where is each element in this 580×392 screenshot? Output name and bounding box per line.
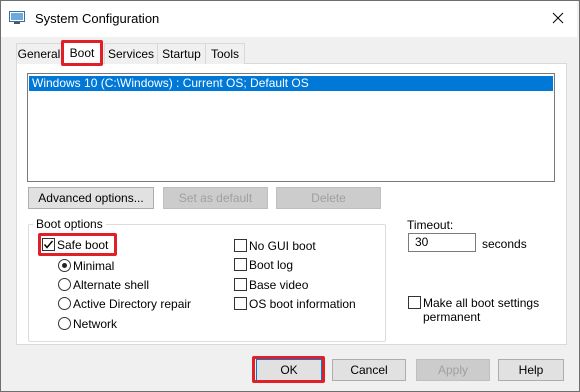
timeout-label: Timeout: — [407, 218, 454, 232]
delete-button[interactable]: Delete — [276, 187, 381, 209]
no-gui-boot-label: No GUI boot — [249, 239, 316, 253]
radio-network-label: Network — [73, 317, 118, 331]
radio-active-directory-repair[interactable] — [58, 297, 71, 310]
base-video-label: Base video — [249, 278, 309, 292]
cancel-button[interactable]: Cancel — [332, 359, 406, 381]
base-video-checkbox[interactable] — [234, 278, 247, 291]
msconfig-app-icon — [9, 11, 25, 24]
make-permanent-label-line1: Make all boot settings — [423, 296, 540, 310]
make-permanent-label-line2: permanent — [423, 310, 481, 324]
tab-boot-highlight — [61, 40, 103, 66]
make-permanent-checkbox[interactable] — [408, 296, 421, 309]
close-button[interactable] — [538, 1, 577, 35]
os-boot-information-checkbox[interactable] — [234, 297, 247, 310]
radio-alternate-shell[interactable] — [58, 278, 71, 291]
boot-log-label: Boot log — [249, 258, 294, 272]
tab-services-label: Services — [107, 47, 154, 61]
radio-network[interactable] — [58, 317, 71, 330]
ok-button-highlight — [252, 356, 325, 383]
radio-minimal-label: Minimal — [73, 259, 115, 273]
tab-general-label: General — [17, 47, 61, 61]
tab-tools[interactable]: Tools — [205, 43, 245, 64]
set-as-default-button[interactable]: Set as default — [163, 187, 268, 209]
radio-active-directory-repair-label: Active Directory repair — [73, 297, 192, 311]
help-button[interactable]: Help — [498, 359, 564, 381]
os-boot-information-label: OS boot information — [249, 297, 356, 311]
close-icon — [552, 12, 563, 24]
tab-services[interactable]: Services — [104, 43, 158, 64]
radio-alternate-shell-label: Alternate shell — [73, 278, 150, 292]
timeout-unit-label: seconds — [482, 237, 527, 251]
window-title: System Configuration — [35, 11, 160, 26]
boot-log-checkbox[interactable] — [234, 258, 247, 271]
advanced-options-button[interactable]: Advanced options... — [28, 187, 154, 209]
tab-general[interactable]: General — [16, 43, 62, 64]
tab-startup-label: Startup — [162, 47, 201, 61]
radio-selected-dot — [62, 263, 67, 268]
timeout-input[interactable]: 30 — [408, 233, 476, 252]
boot-options-label: Boot options — [33, 217, 106, 231]
tab-startup[interactable]: Startup — [157, 43, 206, 64]
os-list-item[interactable]: Windows 10 (C:\Windows) : Current OS; De… — [29, 76, 553, 91]
tab-tools-label: Tools — [210, 47, 239, 61]
safe-boot-highlight — [38, 233, 117, 256]
apply-button[interactable]: Apply — [416, 359, 490, 381]
os-list[interactable]: Windows 10 (C:\Windows) : Current OS; De… — [27, 73, 555, 182]
radio-minimal[interactable] — [58, 259, 71, 272]
no-gui-boot-checkbox[interactable] — [234, 239, 247, 252]
